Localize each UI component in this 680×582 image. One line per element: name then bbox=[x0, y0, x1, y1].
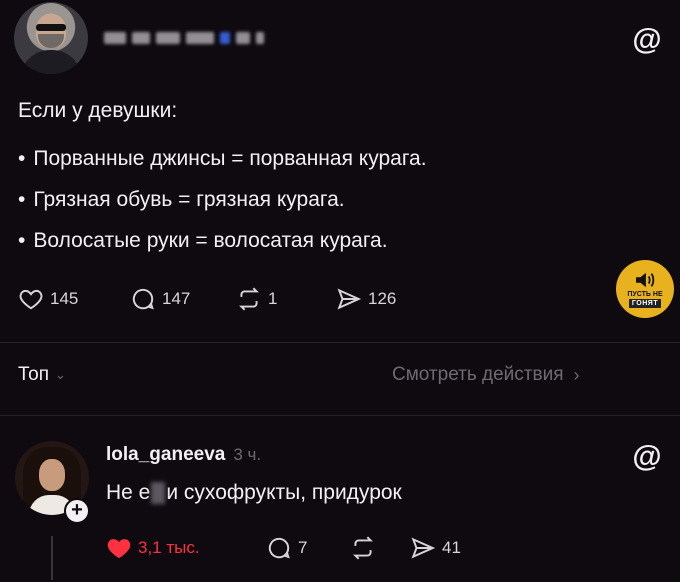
chevron-right-icon: › bbox=[573, 364, 580, 385]
reply-reply-button[interactable]: 7 bbox=[266, 535, 350, 561]
author-username-censored[interactable] bbox=[104, 31, 280, 45]
sort-label: Топ bbox=[18, 364, 49, 385]
reply-share-button[interactable]: 41 bbox=[410, 535, 461, 561]
divider bbox=[0, 415, 680, 416]
speaker-icon bbox=[636, 272, 655, 287]
threads-logo-icon[interactable]: @ bbox=[630, 23, 664, 57]
reply-like-button[interactable]: 3,1 тыс. bbox=[106, 535, 266, 561]
reply-like-count: 3,1 тыс. bbox=[138, 538, 200, 557]
heart-filled-icon bbox=[107, 539, 131, 559]
sort-dropdown[interactable]: Топ ⌄ bbox=[18, 364, 66, 386]
reply-repost-button[interactable] bbox=[350, 535, 410, 561]
share-button[interactable]: 126 bbox=[336, 286, 396, 312]
reply-count: 147 bbox=[162, 289, 191, 308]
like-button[interactable]: 145 bbox=[18, 286, 130, 312]
post-actions: 145 147 1 126 bbox=[18, 284, 396, 314]
see-actions-label: Смотреть действия bbox=[392, 364, 564, 385]
post-list: Порванные джинсы = порванная курага. Гря… bbox=[18, 145, 638, 255]
divider bbox=[0, 342, 680, 343]
post-list-item: Волосатые руки = волосатая курага. bbox=[18, 227, 638, 255]
post-text: Если у девушки: Порванные джинсы = порва… bbox=[18, 97, 638, 268]
see-actions-link[interactable]: Смотреть действия › bbox=[392, 364, 579, 386]
send-icon bbox=[411, 537, 436, 559]
repost-icon bbox=[239, 287, 259, 311]
avatar-glasses bbox=[36, 24, 66, 31]
post-intro: Если у девушки: bbox=[18, 99, 178, 122]
reply-timestamp: 3 ч. bbox=[233, 445, 262, 464]
post-list-item: Порванные джинсы = порванная курага. bbox=[18, 145, 638, 173]
reply-text-part1: Не е bbox=[106, 481, 151, 504]
reply-username[interactable]: lola_ganeeva bbox=[106, 444, 225, 466]
follow-plus-button[interactable]: + bbox=[64, 498, 90, 524]
reply-button[interactable]: 147 bbox=[130, 286, 236, 312]
repost-button[interactable]: 1 bbox=[236, 286, 336, 312]
watermark-logo: ПУСТЬ НЕ ГОНЯТ bbox=[616, 260, 674, 318]
reply-text-part2: и сухофрукты, придурок bbox=[166, 481, 402, 504]
like-count: 145 bbox=[50, 289, 79, 308]
chevron-down-icon: ⌄ bbox=[54, 367, 66, 382]
reply-reply-count: 7 bbox=[298, 538, 308, 557]
send-icon bbox=[337, 288, 362, 310]
watermark-text-1: ПУСТЬ НЕ bbox=[627, 290, 663, 298]
watermark-text-2: ГОНЯТ bbox=[628, 298, 662, 308]
post-list-item: Грязная обувь = грязная курага. bbox=[18, 186, 638, 214]
repost-icon bbox=[353, 536, 373, 560]
thread-connector-line bbox=[51, 536, 53, 580]
censor-blur bbox=[151, 482, 166, 504]
reply-share-count: 41 bbox=[442, 538, 461, 557]
avatar-face bbox=[39, 459, 65, 491]
author-avatar[interactable] bbox=[14, 2, 88, 74]
comment-icon bbox=[132, 288, 154, 310]
reply-text: Не е и сухофрукты, придурок bbox=[106, 481, 402, 505]
share-count: 126 bbox=[368, 289, 397, 308]
avatar-body bbox=[20, 50, 82, 74]
threads-logo-icon[interactable]: @ bbox=[630, 440, 664, 474]
reply-actions: 3,1 тыс. 7 41 bbox=[106, 533, 461, 563]
repost-count: 1 bbox=[268, 289, 278, 308]
heart-icon bbox=[19, 289, 43, 310]
comment-icon bbox=[268, 537, 290, 559]
reply-header: lola_ganeeva 3 ч. bbox=[106, 444, 261, 466]
